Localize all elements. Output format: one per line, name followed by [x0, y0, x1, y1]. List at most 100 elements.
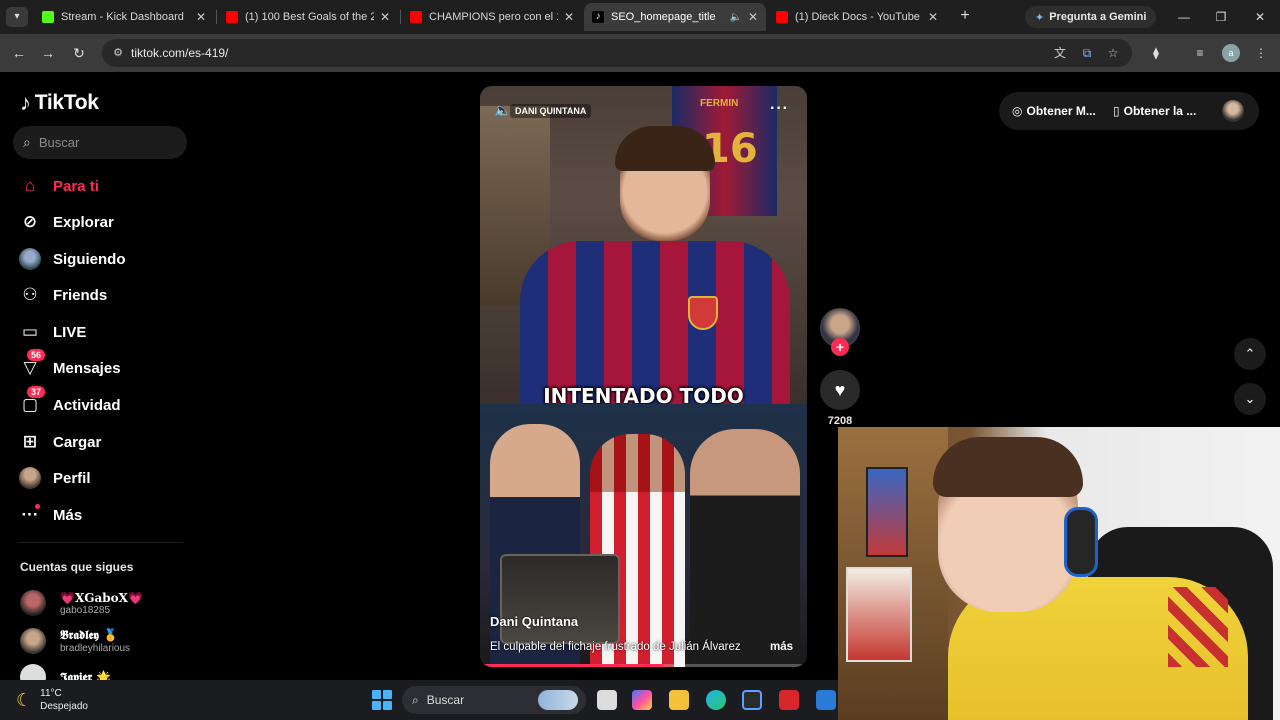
forward-button[interactable]: → [38, 43, 58, 63]
window-close-button[interactable]: ✕ [1251, 8, 1269, 26]
edge-icon[interactable] [706, 690, 726, 710]
tab-youtube-dieck[interactable]: (1) Dieck Docs - YouTube ✕ [768, 3, 946, 31]
sidebar-item-explorar[interactable]: ⊘ Explorar [18, 209, 114, 235]
money-briefcase [500, 554, 620, 644]
live-icon: ▭ [21, 322, 39, 341]
tab-youtube-goals[interactable]: (1) 100 Best Goals of the 20 ✕ [218, 3, 398, 31]
previous-video-button[interactable]: ⌃ [1234, 338, 1266, 370]
sidebar-item-actividad[interactable]: ▢ 37 Actividad [18, 386, 121, 418]
media-control-icon[interactable]: ≡ [1191, 44, 1209, 62]
next-video-button[interactable]: ⌄ [1234, 383, 1266, 415]
video-progress-bar[interactable] [480, 664, 807, 667]
speaker-icon[interactable]: 🔈 [729, 12, 741, 23]
taskbar-search-placeholder: Buscar [426, 693, 465, 707]
speaker-icon[interactable]: 🔈 [494, 102, 511, 119]
mcafee-icon[interactable] [779, 690, 799, 710]
task-view-icon[interactable] [597, 690, 617, 710]
youtube-icon [410, 11, 422, 23]
more-options-icon[interactable]: ··· [770, 100, 789, 118]
video-frame-top: FERMIN 16 🔈 DANI QUINTANA ··· [480, 86, 807, 406]
upload-icon: ⊞ [22, 432, 38, 451]
sidebar-item-siguiendo[interactable]: Siguiendo [18, 246, 126, 272]
sidebar-item-label: Más [53, 506, 83, 524]
search-highlight-image [538, 690, 578, 710]
video-author[interactable]: Dani Quintana [490, 614, 578, 629]
search-input[interactable]: ⌕ Buscar [13, 126, 187, 159]
show-more-link[interactable]: más [770, 641, 793, 653]
extensions-icon[interactable]: ⧫ [1147, 44, 1165, 62]
sidebar-item-label: Para ti [53, 177, 99, 195]
new-tab-button[interactable]: + [955, 6, 975, 26]
avatar [20, 628, 46, 654]
sidebar-item-friends[interactable]: ⚇ Friends [18, 282, 107, 308]
tab-tiktok-active[interactable]: ♪ SEO_homepage_title 🔈 ✕ [584, 3, 766, 31]
following-account[interactable]: 💗𝐗𝐆𝐚𝐛𝐨𝐗💗 gabo18285 [20, 588, 143, 618]
moon-icon: ☾ [16, 689, 33, 710]
webcam-overlay [838, 427, 1280, 720]
activity-badge: 37 [27, 386, 46, 398]
temperature: 11°C [40, 688, 62, 699]
user-avatar[interactable] [1222, 100, 1244, 122]
sidebar-item-label: Mensajes [53, 359, 121, 377]
weather-widget[interactable]: ☾ 11°C Despejado [16, 687, 88, 713]
following-account[interactable]: 𝕵𝖆𝖛𝖎𝖊𝖗 🌟 [20, 662, 111, 680]
sidebar-item-cargar[interactable]: ⊞ Cargar [18, 429, 101, 455]
sidebar-item-mensajes[interactable]: ▽ 56 Mensajes [18, 349, 121, 381]
sidebar-item-live[interactable]: ▭ LIVE [18, 319, 86, 345]
sidebar-item-label: Friends [53, 286, 108, 304]
close-icon[interactable]: ✕ [564, 10, 574, 24]
tiktok-logo[interactable]: ♪ TikTok [20, 90, 99, 116]
avatar [20, 590, 46, 616]
following-icon [18, 247, 42, 271]
taskbar-search[interactable]: ⌕ Buscar [402, 686, 586, 714]
get-app-button[interactable]: ▯ Obtener la ... [1113, 104, 1196, 118]
following-account[interactable]: 𝕭𝖗𝖆𝖉𝖑𝖊𝖞 🥇 bradleyhilarious [20, 626, 130, 656]
translate-icon[interactable]: 文 [1052, 45, 1068, 61]
sidebar-item-perfil[interactable]: Perfil [18, 465, 91, 491]
account-username: gabo18285 [60, 604, 111, 616]
close-icon[interactable]: ✕ [380, 10, 390, 24]
gemini-button[interactable]: ✦ Pregunta a Gemini [1025, 6, 1157, 28]
address-bar[interactable]: ⚙ tiktok.com/es-419/ 文 ⧉ ☆ [102, 39, 1132, 67]
mail-icon[interactable] [816, 690, 836, 710]
sidebar-item-label: Siguiendo [53, 250, 126, 268]
kebab-menu-icon[interactable]: ⋮ [1252, 44, 1270, 62]
store-icon[interactable] [742, 690, 762, 710]
file-explorer-icon[interactable] [669, 690, 689, 710]
site-info-icon[interactable]: ⚙ [110, 45, 126, 61]
gemini-sparkle-icon: ✦ [1035, 11, 1045, 24]
maximize-button[interactable]: ❐ [1212, 8, 1230, 26]
close-icon[interactable]: ✕ [928, 10, 938, 24]
back-button[interactable]: ← [9, 43, 29, 63]
like-count: 7208 [827, 415, 853, 427]
copilot-icon[interactable] [632, 690, 652, 710]
sidebar-divider [18, 542, 183, 543]
heart-icon: ♥ [834, 380, 846, 400]
account-name: 𝕭𝖗𝖆𝖉𝖑𝖊𝖞 🥇 [60, 628, 118, 642]
like-button[interactable]: ♥ [820, 370, 860, 410]
tab-kick[interactable]: Stream - Kick Dashboard ✕ [34, 3, 214, 31]
tab-search-button[interactable]: ▾ [6, 7, 28, 27]
close-icon[interactable]: ✕ [196, 10, 206, 24]
sidebar-item-label: Explorar [53, 213, 114, 231]
following-section-title: Cuentas que sigues [20, 560, 134, 574]
get-coins-button[interactable]: ◎ Obtener M... [1012, 104, 1096, 118]
follow-plus-icon[interactable]: + [831, 338, 849, 356]
sidebar-item-mas[interactable]: ··· Más [18, 502, 82, 528]
sidebar-item-para-ti[interactable]: ⌂ Para ti [18, 173, 99, 199]
install-app-icon[interactable]: ⧉ [1079, 45, 1095, 61]
reload-button[interactable]: ↻ [69, 43, 89, 63]
url-text[interactable]: tiktok.com/es-419/ [131, 46, 228, 60]
bookmark-star-icon[interactable]: ☆ [1105, 45, 1121, 61]
minimize-button[interactable]: — [1175, 8, 1193, 26]
phone-icon: ▯ [1113, 104, 1120, 118]
account-username: bradleyhilarious [60, 643, 131, 654]
profile-avatar-icon[interactable]: a [1222, 44, 1240, 62]
windows-start-icon[interactable] [372, 690, 392, 710]
sidebar-item-label: Cargar [53, 433, 102, 451]
tiktok-icon: ♪ [592, 11, 604, 23]
tab-youtube-champions[interactable]: CHAMPIONS pero con el 11 ✕ [402, 3, 582, 31]
video-player[interactable]: FERMIN 16 🔈 DANI QUINTANA ··· INTENTADO … [480, 86, 807, 667]
presenter [520, 126, 790, 406]
close-icon[interactable]: ✕ [748, 10, 758, 24]
